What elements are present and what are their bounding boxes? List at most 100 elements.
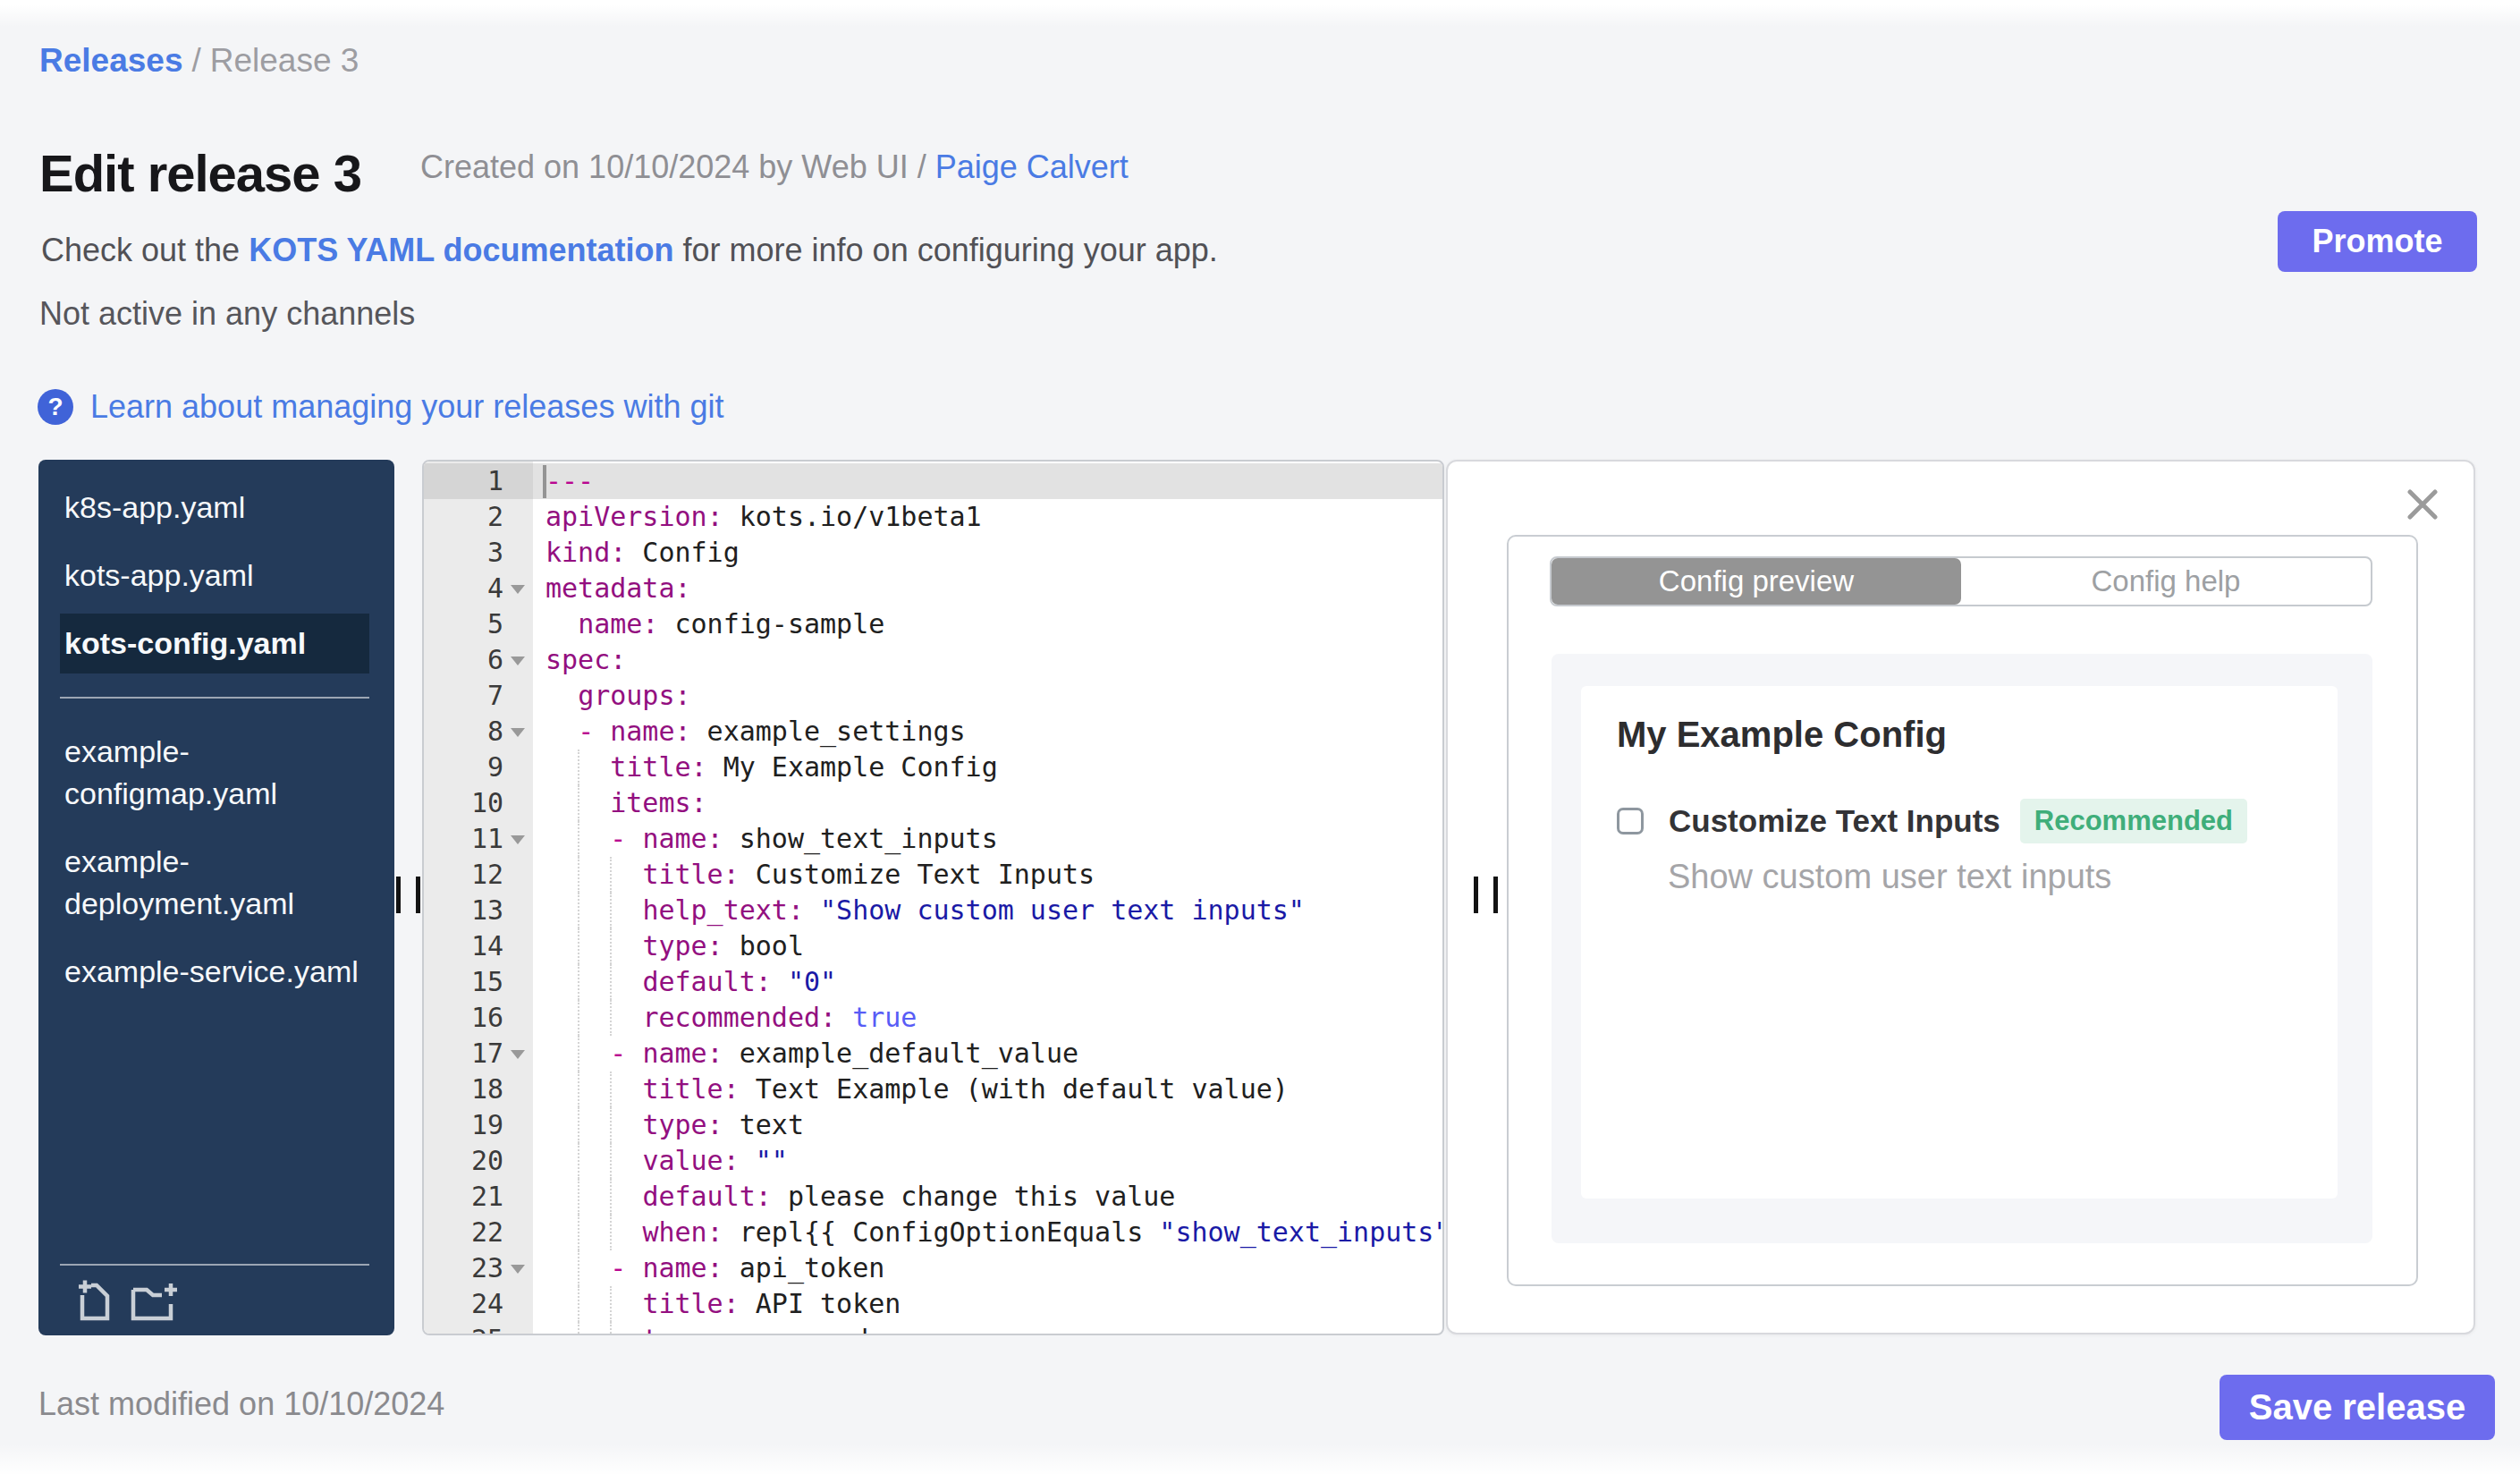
config-option-row: Customize Text Inputs Recommended bbox=[1617, 799, 2247, 843]
code-text: items: bbox=[545, 785, 707, 821]
code-line-1[interactable]: 1--- bbox=[424, 463, 1442, 499]
intro-before: Check out the bbox=[41, 232, 249, 268]
file-item-example-deployment.yaml[interactable]: example-deployment.yaml bbox=[60, 832, 369, 934]
tab-config-preview[interactable]: Config preview bbox=[1552, 558, 1961, 605]
resize-handle-right[interactable] bbox=[1474, 877, 1499, 913]
fold-arrow-icon[interactable] bbox=[511, 585, 525, 594]
code-line-18[interactable]: 18 title: Text Example (with default val… bbox=[424, 1072, 1442, 1107]
code-line-14[interactable]: 14 type: bool bbox=[424, 928, 1442, 964]
code-text: apiVersion: kots.io/v1beta1 bbox=[545, 499, 982, 535]
sidebar-actions bbox=[60, 1266, 369, 1325]
customize-text-inputs-checkbox[interactable] bbox=[1617, 808, 1644, 834]
code-line-11[interactable]: 11 - name: show_text_inputs bbox=[424, 821, 1442, 857]
fold-arrow-icon[interactable] bbox=[511, 728, 525, 737]
yaml-editor[interactable]: 1---2 apiVersion: kots.io/v1beta13kind: C… bbox=[422, 460, 1444, 1335]
breadcrumb: Releases/Release 3 bbox=[39, 42, 359, 80]
config-option-help: Show custom user text inputs bbox=[1668, 858, 2111, 896]
line-number: 20 bbox=[424, 1143, 503, 1179]
code-line-25[interactable]: 25 type: password bbox=[424, 1322, 1442, 1335]
file-item-example-configmap.yaml[interactable]: example-configmap.yaml bbox=[60, 722, 369, 824]
breadcrumb-separator: / bbox=[191, 42, 200, 79]
code-text: when: repl{{ ConfigOptionEquals "show_te… bbox=[545, 1215, 1444, 1250]
fold-arrow-icon[interactable] bbox=[511, 1265, 525, 1274]
fold-arrow-icon[interactable] bbox=[511, 657, 525, 665]
config-option-label[interactable]: Customize Text Inputs bbox=[1669, 803, 2000, 839]
code-text: name: config-sample bbox=[545, 606, 884, 642]
question-circle-icon: ? bbox=[38, 389, 73, 425]
code-line-4[interactable]: 4metadata: bbox=[424, 571, 1442, 606]
code-line-23[interactable]: 23 - name: api_token bbox=[424, 1250, 1442, 1286]
code-line-12[interactable]: 12 title: Customize Text Inputs bbox=[424, 857, 1442, 893]
code-text: --- bbox=[545, 463, 594, 499]
code-line-20[interactable]: 20 value: "" bbox=[424, 1143, 1442, 1179]
file-item-kots-app.yaml[interactable]: kots-app.yaml bbox=[60, 546, 369, 606]
line-number: 11 bbox=[424, 821, 503, 857]
new-file-button[interactable] bbox=[76, 1278, 112, 1325]
new-folder-button[interactable] bbox=[129, 1278, 181, 1325]
close-button[interactable] bbox=[2407, 489, 2438, 520]
code-text: default: please change this value bbox=[545, 1179, 1175, 1215]
code-text: title: My Example Config bbox=[545, 750, 998, 785]
line-number: 24 bbox=[424, 1286, 503, 1322]
channel-status: Not active in any channels bbox=[39, 295, 415, 333]
code-line-5[interactable]: 5 name: config-sample bbox=[424, 606, 1442, 642]
file-item-kots-config.yaml[interactable]: kots-config.yaml bbox=[60, 614, 369, 673]
code-line-8[interactable]: 8 - name: example_settings bbox=[424, 714, 1442, 750]
line-number: 22 bbox=[424, 1215, 503, 1250]
tab-config-help[interactable]: Config help bbox=[1961, 558, 2371, 605]
promote-button[interactable]: Promote bbox=[2278, 211, 2477, 272]
code-line-7[interactable]: 7 groups: bbox=[424, 678, 1442, 714]
code-text: title: Customize Text Inputs bbox=[545, 857, 1095, 893]
code-line-3[interactable]: 3kind: Config bbox=[424, 535, 1442, 571]
line-number: 23 bbox=[424, 1250, 503, 1286]
file-list: k8s-app.yaml kots-app.yaml kots-config.yam… bbox=[38, 460, 394, 1002]
config-group-title: My Example Config bbox=[1617, 715, 1947, 755]
close-icon bbox=[2407, 489, 2438, 520]
config-preview-panel: Config previewConfig help My Example Con… bbox=[1446, 460, 2475, 1334]
new-folder-icon bbox=[129, 1278, 181, 1322]
code-line-10[interactable]: 10 items: bbox=[424, 785, 1442, 821]
fold-arrow-icon[interactable] bbox=[511, 835, 525, 844]
code-line-17[interactable]: 17 - name: example_default_value bbox=[424, 1036, 1442, 1072]
breadcrumb-releases-link[interactable]: Releases bbox=[39, 42, 182, 79]
code-line-19[interactable]: 19 type: text bbox=[424, 1107, 1442, 1143]
line-number: 2 bbox=[424, 499, 503, 535]
code-line-21[interactable]: 21 default: please change this value bbox=[424, 1179, 1442, 1215]
code-text: type: bool bbox=[545, 928, 804, 964]
line-number: 17 bbox=[424, 1036, 503, 1072]
line-number: 12 bbox=[424, 857, 503, 893]
text-cursor bbox=[543, 465, 546, 498]
file-sidebar: k8s-app.yaml kots-app.yaml kots-config.yam… bbox=[38, 460, 394, 1335]
fold-arrow-icon[interactable] bbox=[511, 1050, 525, 1059]
line-number: 21 bbox=[424, 1179, 503, 1215]
learn-git-link[interactable]: Learn about managing your releases with … bbox=[90, 388, 723, 426]
code-line-6[interactable]: 6spec: bbox=[424, 642, 1442, 678]
resize-bar bbox=[396, 877, 401, 913]
last-modified-text: Last modified on 10/10/2024 bbox=[38, 1385, 444, 1423]
code-text: - name: example_default_value bbox=[545, 1036, 1078, 1072]
line-number: 6 bbox=[424, 642, 503, 678]
code-line-9[interactable]: 9 title: My Example Config bbox=[424, 750, 1442, 785]
code-text: value: "" bbox=[545, 1143, 788, 1179]
code-line-22[interactable]: 22 when: repl{{ ConfigOptionEquals "show… bbox=[424, 1215, 1442, 1250]
code-line-24[interactable]: 24 title: API token bbox=[424, 1286, 1442, 1322]
file-list-divider bbox=[60, 697, 369, 699]
code-line-15[interactable]: 15 default: "0" bbox=[424, 964, 1442, 1000]
top-fade bbox=[0, 0, 2520, 27]
resize-handle-left[interactable] bbox=[396, 877, 421, 913]
kots-yaml-doc-link[interactable]: KOTS YAML documentation bbox=[249, 232, 673, 268]
created-author-link[interactable]: Paige Calvert bbox=[935, 148, 1129, 185]
resize-bar bbox=[1493, 877, 1498, 913]
code-line-13[interactable]: 13 help_text: "Show custom user text inp… bbox=[424, 893, 1442, 928]
line-number: 18 bbox=[424, 1072, 503, 1107]
line-number: 19 bbox=[424, 1107, 503, 1143]
file-item-example-service.yaml[interactable]: example-service.yaml bbox=[60, 942, 369, 1002]
code-text: - name: api_token bbox=[545, 1250, 884, 1286]
line-number: 7 bbox=[424, 678, 503, 714]
code-line-2[interactable]: 2 apiVersion: kots.io/v1beta1 bbox=[424, 499, 1442, 535]
code-line-16[interactable]: 16 recommended: true bbox=[424, 1000, 1442, 1036]
save-release-button[interactable]: Save release bbox=[2220, 1375, 2495, 1440]
file-item-k8s-app.yaml[interactable]: k8s-app.yaml bbox=[60, 478, 369, 538]
line-number: 10 bbox=[424, 785, 503, 821]
resize-bar bbox=[416, 877, 420, 913]
